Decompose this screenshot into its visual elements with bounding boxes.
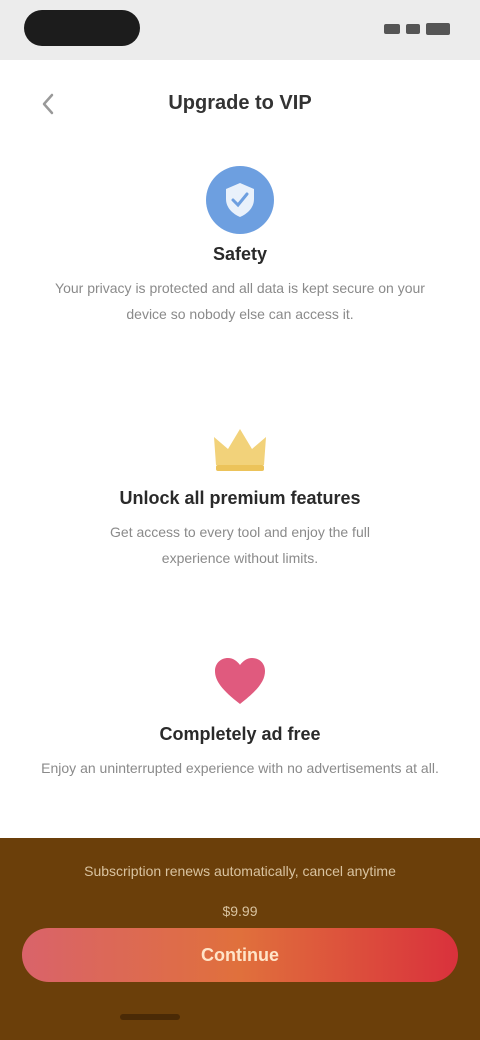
wifi-icon xyxy=(406,24,420,34)
feature-safety: Safety Your privacy is protected and all… xyxy=(30,166,450,327)
header: Upgrade to VIP xyxy=(0,80,480,130)
purchase-panel: Subscription renews automatically, cance… xyxy=(0,838,480,1040)
continue-button-label: Continue xyxy=(201,944,279,965)
feature-description: Enjoy an uninterrupted experience with n… xyxy=(41,760,439,776)
feature-premium: Unlock all premium features Get access t… xyxy=(30,418,450,571)
feature-ad-free: Completely ad free Enjoy an uninterrupte… xyxy=(30,650,450,781)
heart-icon xyxy=(208,650,272,714)
home-indicator xyxy=(120,1014,180,1020)
feature-description: Get access to every tool and enjoy the f… xyxy=(110,524,370,566)
signal-icon xyxy=(384,24,400,34)
feature-description: Your privacy is protected and all data i… xyxy=(55,280,425,322)
status-bar xyxy=(0,0,480,60)
shield-icon xyxy=(206,166,274,234)
feature-title: Unlock all premium features xyxy=(119,488,361,508)
renewal-note: Subscription renews automatically, cance… xyxy=(84,863,396,879)
continue-button[interactable]: Continue xyxy=(22,928,458,982)
status-indicators xyxy=(384,22,450,36)
subscription-note: Subscription renews automatically, cance… xyxy=(50,858,430,924)
price-label: $9.99 xyxy=(222,903,258,919)
page-title: Upgrade to VIP xyxy=(168,92,312,114)
crown-icon xyxy=(208,418,272,478)
feature-title: Safety xyxy=(212,244,268,264)
battery-icon xyxy=(426,23,450,35)
status-time-pill xyxy=(24,10,140,46)
feature-title: Completely ad free xyxy=(159,724,321,744)
